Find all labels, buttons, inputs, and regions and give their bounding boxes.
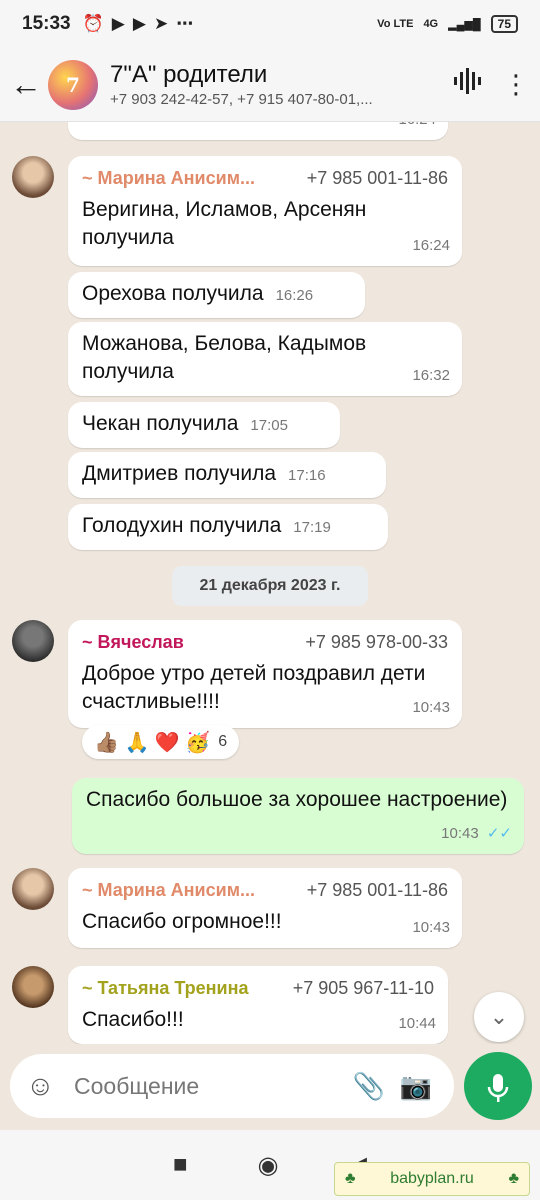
reaction-emojis: 👍🏽 🙏 ❤️ 🥳 [94,731,211,754]
waveform-icon [454,68,481,94]
signal-icon: ▂▄▆█ [448,18,481,31]
sender-phone: +7 985 001-11-86 [306,168,448,188]
avatar[interactable] [12,156,54,198]
message-time: 16:24 [412,237,450,254]
chat-title: 7"А" родители [110,61,268,88]
alarm-icon: ⏰ [82,14,104,33]
message-composer: ☺ Сообщение 📎 📷 [10,1054,454,1118]
network-type: 4G [423,18,439,30]
message-text: Чекан получила [82,412,239,435]
message-bubble[interactable]: ~ Татьяна Тренина +7 905 967-11-10 Спаси… [68,966,448,1044]
message-bubble[interactable]: Дмитриев получила 17:16 [68,452,386,498]
message-text: Голодухин получила [82,514,282,537]
voice-chat-icon[interactable] [444,68,492,101]
camera-icon[interactable]: 📷 [394,1071,438,1102]
read-ticks-icon: ✓✓ [486,825,512,842]
reaction-count: 6 [218,733,228,750]
sender-phone: +7 905 967-11-10 [292,978,434,998]
clover-icon: ♣ [345,1170,356,1187]
message-text: Веригина, Исламов, Арсенян получила [82,198,367,249]
message-time: 10:43 [412,699,450,716]
mic-button[interactable] [464,1052,532,1120]
status-time: 15:33 [22,13,71,34]
status-bar: 15:33 ⏰ ▶ ▶ ➤ ⋯ Vo LTE 4G ▂▄▆█ 75 [0,0,540,48]
recents-square-icon[interactable]: ■ [173,1151,188,1179]
message-time: 10:43 [441,825,479,842]
message-bubble[interactable]: Орехова получила 16:26 [68,272,365,318]
back-arrow-icon[interactable]: ← [4,66,48,103]
avatar[interactable] [12,868,54,910]
message-text: Можанова, Белова, Кадымов получила [82,332,367,383]
sender-phone: +7 985 001-11-86 [306,880,448,900]
chat-header: ← 7 7"А" родители +7 903 242-42-57, +7 9… [0,48,540,122]
sender-name[interactable]: ~ Татьяна Тренина [82,974,248,1002]
home-circle-icon[interactable]: ◉ [258,1151,279,1180]
volte-icon: Vo LTE [377,18,414,30]
message-time: 17:05 [250,417,288,434]
play-icon: ▶ [111,14,125,33]
battery-icon: 75 [490,15,518,33]
double-chevron-down-icon: ⌄ [489,1004,509,1029]
emoji-icon[interactable]: ☺ [26,1070,62,1102]
message-time: 16:32 [412,367,450,384]
group-avatar[interactable]: 7 [48,59,98,110]
message-time: 17:19 [293,519,331,536]
message-bubble[interactable]: 16:24 [68,122,448,140]
play-icon: ▶ [132,14,146,33]
clover-icon: ♣ [508,1170,520,1187]
sender-phone: +7 985 978-00-33 [305,632,448,652]
message-time: 10:43 [412,919,450,936]
sender-name[interactable]: ~ Вячеслав [82,628,184,656]
message-text: Орехова получила [82,282,264,305]
chat-participants: +7 903 242-42-57, +7 915 407-80-01,... [110,91,373,108]
message-bubble[interactable]: Можанова, Белова, Кадымов получила 16:32 [68,322,462,396]
message-time: 16:26 [275,287,314,304]
telegram-icon: ➤ [153,14,169,33]
menu-icon[interactable]: ⋮ [492,69,540,100]
message-bubble[interactable]: ~ Марина Анисим... +7 985 001-11-86 Спас… [68,868,462,948]
message-text: Спасибо большое за хорошее настроение) [86,788,508,811]
message-text: Спасибо огромное!!! [82,910,282,933]
reactions-badge[interactable]: 👍🏽 🙏 ❤️ 🥳 6 [82,725,240,759]
chat-info[interactable]: 7"А" родители +7 903 242-42-57, +7 915 4… [110,61,444,108]
paperclip-icon[interactable]: 📎 [344,1071,394,1102]
watermark: ♣ babyplan.ru ♣ [334,1162,530,1196]
sender-name[interactable]: ~ Марина Анисим... [82,876,255,904]
microphone-icon [487,1073,509,1102]
message-list[interactable]: 16:24 ~ Марина Анисим... +7 985 001-11-8… [0,122,540,1044]
message-text: Доброе утро детей поздравил дети счастли… [82,662,426,713]
scroll-down-button[interactable]: ⌄ [474,992,524,1042]
message-bubble[interactable]: Чекан получила 17:05 [68,402,340,448]
message-text: Спасибо!!! [82,1008,184,1031]
message-time: 10:44 [398,1015,436,1032]
message-bubble[interactable]: ~ Вячеслав +7 985 978-00-33 Доброе утро … [68,620,462,728]
message-input[interactable]: Сообщение [62,1073,344,1100]
sender-name[interactable]: ~ Марина Анисим... [82,164,255,192]
avatar[interactable] [12,620,54,662]
message-text: Дмитриев получила [82,462,277,485]
date-separator: 21 декабря 2023 г. [172,566,368,606]
message-bubble-outgoing[interactable]: Спасибо большое за хорошее настроение) 1… [72,778,524,854]
message-bubble[interactable]: ~ Марина Анисим... +7 985 001-11-86 Вери… [68,156,462,266]
watermark-text: babyplan.ru [390,1170,474,1187]
avatar[interactable] [12,966,54,1008]
message-bubble[interactable]: Голодухин получила 17:19 [68,504,388,550]
message-time: 17:16 [288,467,326,484]
more-dots-icon: ⋯ [176,14,194,33]
